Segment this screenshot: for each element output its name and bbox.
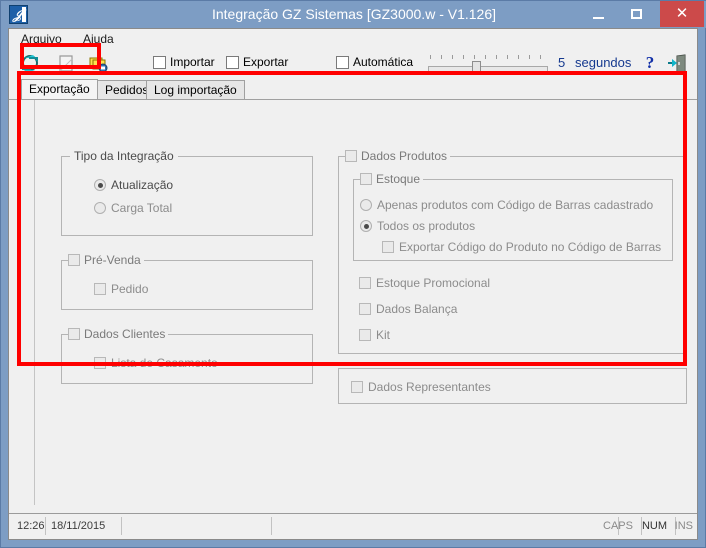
group-estoque-legend: Estoque [376,172,421,186]
maximize-button[interactable] [617,1,656,27]
checkbox-estoque-box [360,173,372,185]
copy-icon[interactable] [88,53,110,75]
checkbox-dados-balanca-box [359,303,371,315]
slider-thumb[interactable] [472,61,481,74]
help-icon[interactable]: ? [641,52,659,74]
checkbox-estoque-promocional-box [359,277,371,289]
checkbox-dados-balanca-label: Dados Balança [376,302,458,316]
group-estoque-header[interactable]: Estoque [360,171,424,187]
checkbox-dados-representantes-label: Dados Representantes [368,380,491,394]
group-dados-clientes: Dados Clientes Lista de Casamento [61,326,313,384]
status-date: 18/11/2015 [51,520,106,532]
checkbox-kit-label: Kit [376,328,391,342]
checkbox-pedido-label: Pedido [111,282,149,296]
group-dados-produtos: Dados Produtos Estoque Apenas produtos c… [338,148,687,354]
note-icon[interactable] [56,53,78,75]
close-icon: ✕ [675,5,689,22]
radio-atualizacao-box [94,179,106,191]
interval-slider[interactable] [428,55,548,74]
group-dados-clientes-header[interactable]: Dados Clientes [68,326,169,342]
seconds-value: 5 [558,55,566,70]
status-ins: INS [674,520,693,532]
checkbox-exportar-codigo-produto-box [382,241,394,253]
group-dados-clientes-legend: Dados Clientes [84,327,166,341]
checkbox-automatica-box [336,56,349,69]
title-bar: 𝒥 Integração GZ Sistemas [GZ3000.w - V1.… [1,1,706,28]
menu-item-arquivo[interactable]: Arquivo [14,29,69,49]
checkbox-exportar-label: Exportar [243,55,289,69]
checkbox-lista-casamento-box [94,357,106,369]
seconds-label: segundos [575,55,632,70]
group-estoque: Estoque Apenas produtos com Código de Ba… [353,171,673,261]
radio-todos-os-produtos-label: Todos os produtos [377,219,476,233]
menu-bar: Arquivo Ajuda [9,29,697,50]
group-tipo-integracao: Tipo da Integração Atualização Carga Tot… [61,149,313,236]
checkbox-kit-box [359,329,371,341]
radio-apenas-produtos-codigo-barras-box [360,199,372,211]
checkbox-dados-representantes-box [351,381,363,393]
checkbox-dados-produtos-box [345,150,357,162]
radio-todos-os-produtos-box [360,220,372,232]
group-dados-produtos-legend: Dados Produtos [361,149,448,163]
exportacao-panel: Tipo da Integração Atualização Carga Tot… [34,100,687,505]
status-bar: 12:26 18/11/2015 CAPS NUM INS [9,513,697,539]
checkbox-estoque-promocional-label: Estoque Promocional [376,276,491,290]
checkbox-exportar-box [226,56,239,69]
checkbox-importar-box [153,56,166,69]
checkbox-exportar-codigo-produto-label: Exportar Código do Produto no Código de … [399,240,662,254]
checkbox-lista-casamento-label: Lista de Casamento [111,356,218,370]
maximize-icon [630,9,642,19]
window-client-area: Arquivo Ajuda Importar Exportar Automáti… [8,28,698,540]
group-tipo-integracao-legend: Tipo da Integração [70,149,178,164]
group-pre-venda-legend: Pré-Venda [84,253,141,267]
status-time: 12:26 [17,520,45,532]
tab-strip: Exportação Pedidos Log importação [9,78,697,100]
radio-carga-total-label: Carga Total [111,201,173,215]
radio-carga-total-box [94,202,106,214]
toolbar: Importar Exportar Automática 5 segundos … [9,49,697,79]
menu-item-ajuda[interactable]: Ajuda [76,29,121,49]
tab-log-importacao[interactable]: Log importação [146,80,245,100]
tab-page-exportacao: Tipo da Integração Atualização Carga Tot… [9,99,697,513]
slider-ticks [428,55,548,60]
group-dados-representantes: Dados Representantes [338,368,687,404]
application-window: 𝒥 Integração GZ Sistemas [GZ3000.w - V1.… [0,0,706,548]
status-num: NUM [641,520,667,532]
checkbox-importar-label: Importar [170,55,215,69]
checkbox-automatica-label: Automática [353,55,414,69]
minimize-icon [592,17,604,19]
checkbox-pedido-box [94,283,106,295]
tab-exportacao[interactable]: Exportação [21,79,98,100]
sync-icon[interactable] [19,53,41,75]
group-pre-venda: Pré-Venda Pedido [61,252,313,310]
close-button[interactable]: ✕ [660,1,704,27]
checkbox-dados-clientes-box [68,328,80,340]
checkbox-pre-venda-box [68,254,80,266]
radio-apenas-produtos-codigo-barras-label: Apenas produtos com Código de Barras cad… [377,198,654,212]
group-dados-produtos-header[interactable]: Dados Produtos [345,148,451,164]
status-caps: CAPS [603,520,633,532]
radio-atualizacao-label: Atualização [111,178,174,192]
group-pre-venda-header[interactable]: Pré-Venda [68,252,144,268]
minimize-button[interactable] [578,1,617,27]
slider-track [428,66,548,72]
exit-icon[interactable] [666,53,688,75]
